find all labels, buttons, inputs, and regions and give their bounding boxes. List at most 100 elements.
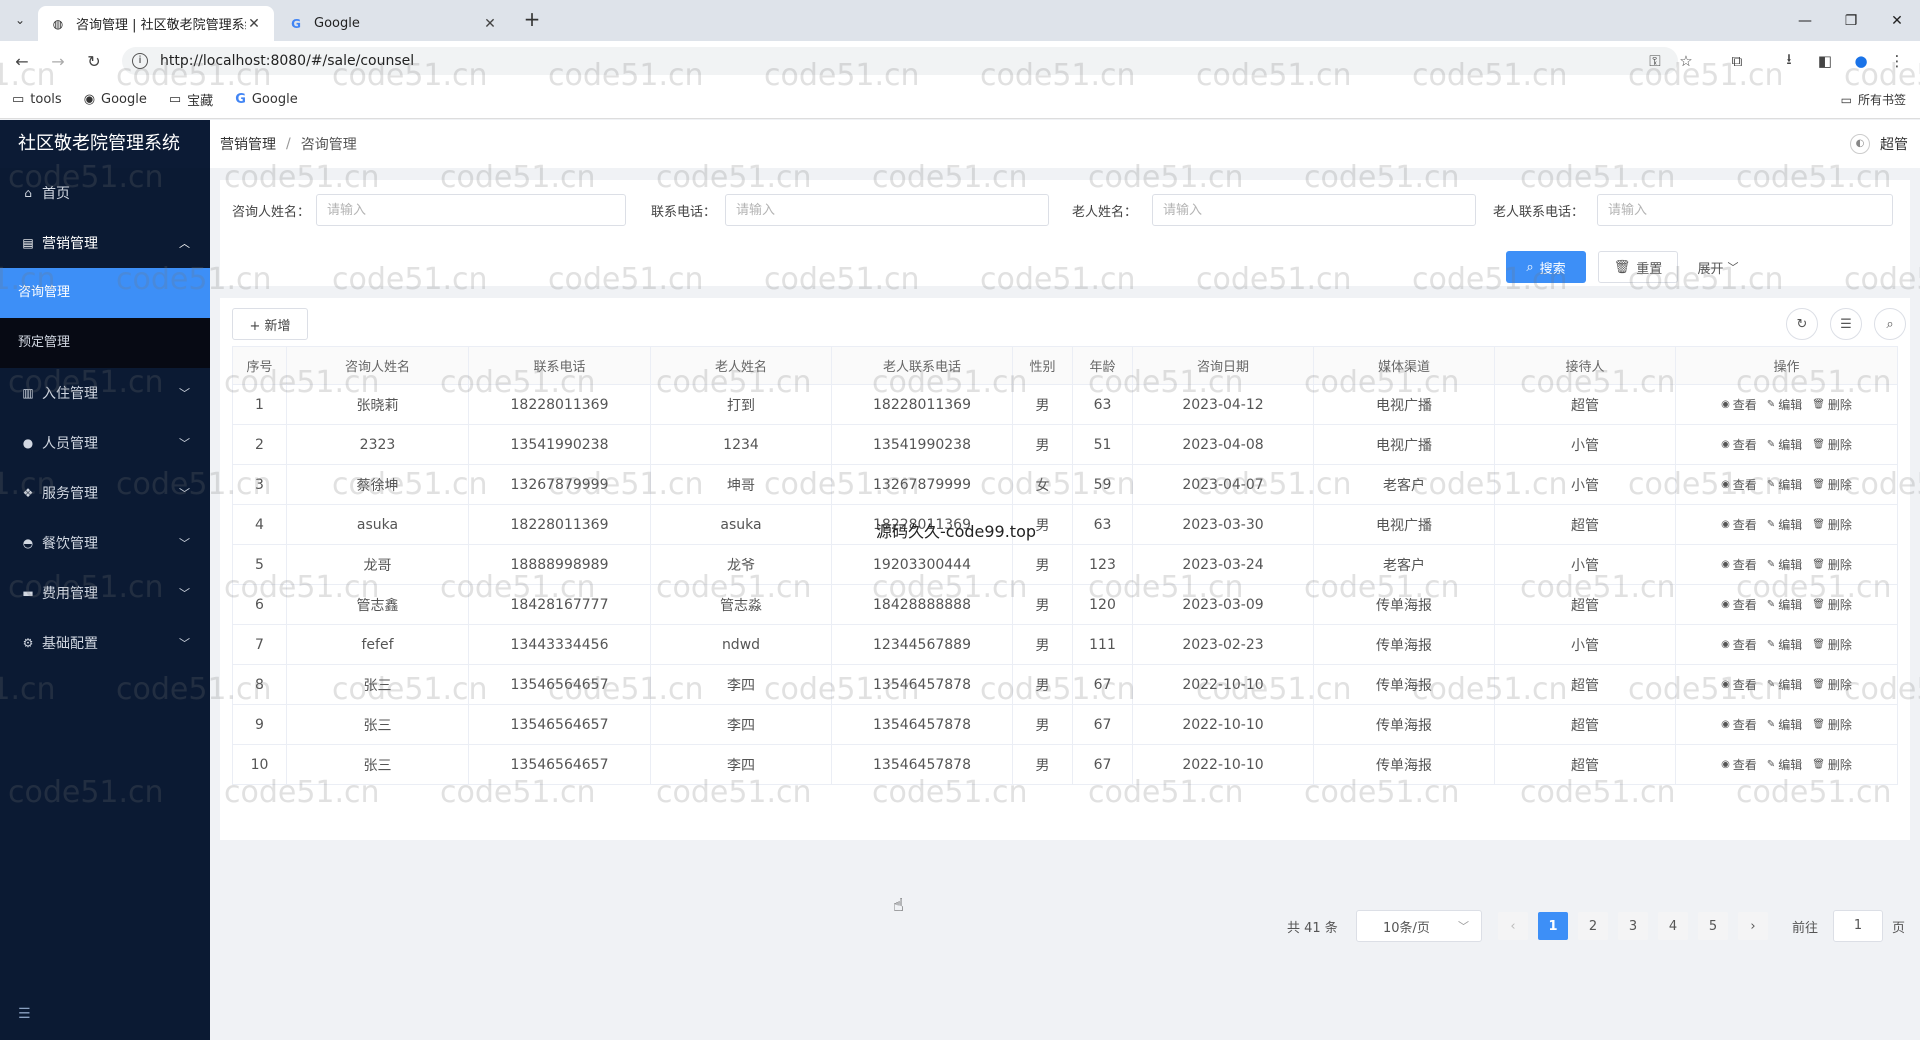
breadcrumb-item[interactable]: 营销管理 [220,134,276,154]
delete-button[interactable]: 🗑 删除 [1812,556,1852,573]
sidebar-item-config[interactable]: ⚙ 基础配置 ﹀ [0,618,210,668]
window-close-button[interactable]: ✕ [1874,0,1920,41]
site-info-icon[interactable]: i [132,53,148,69]
view-button[interactable]: ◉ 查看 [1721,476,1757,493]
action-label: 删除 [1827,398,1852,412]
expand-toggle[interactable]: 展开 ﹀ [1690,251,1746,283]
view-button[interactable]: ◉ 查看 [1721,716,1757,733]
delete-button[interactable]: 🗑 删除 [1812,756,1852,773]
page-5[interactable]: 5 [1698,912,1728,940]
menu-icon[interactable]: ⋮ [1885,49,1909,73]
close-icon[interactable]: ✕ [482,16,498,32]
edit-button[interactable]: ✎ 编辑 [1767,596,1802,613]
key-icon[interactable]: ⚿ [1643,49,1667,73]
reset-button[interactable]: 🗑 重置 [1598,251,1678,283]
extensions-icon[interactable]: ⧉ [1725,49,1749,73]
view-button[interactable]: ◉ 查看 [1721,596,1757,613]
view-button[interactable]: ◉ 查看 [1721,556,1757,573]
elder-phone-input[interactable] [1597,194,1893,226]
profile-icon[interactable]: ● [1849,49,1873,73]
view-button[interactable]: ◉ 查看 [1721,396,1757,413]
forward-icon[interactable]: → [46,49,70,73]
next-page-icon[interactable]: › [1738,912,1768,940]
edit-button[interactable]: ✎ 编辑 [1767,556,1802,573]
phone-input[interactable] [725,194,1049,226]
tab-search-icon[interactable]: ⌄ [8,8,32,32]
edit-button[interactable]: ✎ 编辑 [1767,516,1802,533]
page-size-select[interactable]: 10条/页 ﹀ [1356,910,1482,942]
edit-button[interactable]: ✎ 编辑 [1767,636,1802,653]
column-settings-icon[interactable]: ☰ [1830,308,1862,340]
view-button[interactable]: ◉ 查看 [1721,636,1757,653]
edit-button[interactable]: ✎ 编辑 [1767,436,1802,453]
view-button[interactable]: ◉ 查看 [1721,436,1757,453]
page-3[interactable]: 3 [1618,912,1648,940]
table-cell: 超管 [1494,704,1676,745]
col-header: 媒体渠道 [1313,346,1495,385]
new-tab-button[interactable]: + [520,8,544,32]
view-button[interactable]: ◉ 查看 [1721,756,1757,773]
delete-icon: 🗑 [1812,639,1825,650]
delete-button[interactable]: 🗑 删除 [1812,596,1852,613]
bookmark-google-2[interactable]: G Google [235,92,298,107]
sidebar-item-marketing[interactable]: ▤ 营销管理 ︿ [0,218,210,268]
bookmark-google[interactable]: ◉ Google [84,92,147,107]
delete-button[interactable]: 🗑 删除 [1812,516,1852,533]
delete-button[interactable]: 🗑 删除 [1812,636,1852,653]
close-icon[interactable]: ✕ [246,16,262,32]
view-button[interactable]: ◉ 查看 [1721,676,1757,693]
table-cell: 4 [232,504,287,545]
all-bookmarks[interactable]: ▭ 所有书签 [1841,91,1906,108]
user-menu[interactable]: ◐ 超管 [1850,134,1908,154]
table-cell: 1234 [650,424,832,465]
edit-button[interactable]: ✎ 编辑 [1767,676,1802,693]
edit-button[interactable]: ✎ 编辑 [1767,756,1802,773]
edit-button[interactable]: ✎ 编辑 [1767,716,1802,733]
page-4[interactable]: 4 [1658,912,1688,940]
refresh-icon[interactable]: ↻ [1786,308,1818,340]
sidebar-item-staff[interactable]: ● 人员管理 ﹀ [0,418,210,468]
edit-button[interactable]: ✎ 编辑 [1767,476,1802,493]
action-label: 编辑 [1778,678,1803,692]
collapse-menu-icon[interactable]: ☰ [18,1006,31,1022]
delete-button[interactable]: 🗑 删除 [1812,396,1852,413]
browser-tab-active[interactable]: ◍ 咨询管理 | 社区敬老院管理系统 ✕ [38,6,274,41]
restore-button[interactable]: ❐ [1828,0,1874,41]
reload-icon[interactable]: ↻ [82,49,106,73]
sidebar-item-fee[interactable]: ▬ 费用管理 ﹀ [0,568,210,618]
sidepanel-icon[interactable]: ◧ [1813,49,1837,73]
table-cell: 超管 [1494,664,1676,705]
add-button[interactable]: + 新增 [232,308,308,340]
bookmark-treasure[interactable]: ▭ 宝藏 [169,90,213,109]
edit-button[interactable]: ✎ 编辑 [1767,396,1802,413]
sidebar-item-home[interactable]: ⌂ 首页 [0,168,210,218]
goto-page-input[interactable]: 1 [1833,910,1883,942]
delete-button[interactable]: 🗑 删除 [1812,676,1852,693]
sidebar-subitem-counsel[interactable]: 咨询管理 [0,268,210,318]
prev-page-icon[interactable]: ‹ [1498,912,1528,940]
browser-tab-google[interactable]: G Google ✕ [276,6,510,41]
back-icon[interactable]: ← [10,49,34,73]
search-toggle-icon[interactable]: ⌕ [1874,308,1906,340]
url-field[interactable]: i http://localhost:8080/#/sale/counsel [122,47,1678,75]
view-icon: ◉ [1721,479,1730,490]
delete-button[interactable]: 🗑 删除 [1812,436,1852,453]
page-1[interactable]: 1 [1538,912,1568,940]
minimize-button[interactable]: — [1782,0,1828,41]
sidebar-item-service[interactable]: ❖ 服务管理 ﹀ [0,468,210,518]
page-2[interactable]: 2 [1578,912,1608,940]
download-icon[interactable]: ⭳ [1777,49,1801,73]
sidebar-item-label: 入住管理 [42,386,98,402]
star-icon[interactable]: ☆ [1674,49,1698,73]
delete-button[interactable]: 🗑 删除 [1812,716,1852,733]
sidebar-item-checkin[interactable]: ▥ 入住管理 ﹀ [0,368,210,418]
counselor-name-input[interactable] [316,194,626,226]
elder-name-input[interactable] [1152,194,1476,226]
bookmark-tools[interactable]: ▭ tools [12,92,62,107]
sidebar-subitem-reservation[interactable]: 预定管理 [0,318,210,368]
delete-button[interactable]: 🗑 删除 [1812,476,1852,493]
sidebar-item-food[interactable]: ◓ 餐饮管理 ﹀ [0,518,210,568]
table-cell: 2023-04-07 [1132,464,1314,505]
view-button[interactable]: ◉ 查看 [1721,516,1757,533]
search-button[interactable]: ⌕ 搜索 [1506,251,1586,283]
